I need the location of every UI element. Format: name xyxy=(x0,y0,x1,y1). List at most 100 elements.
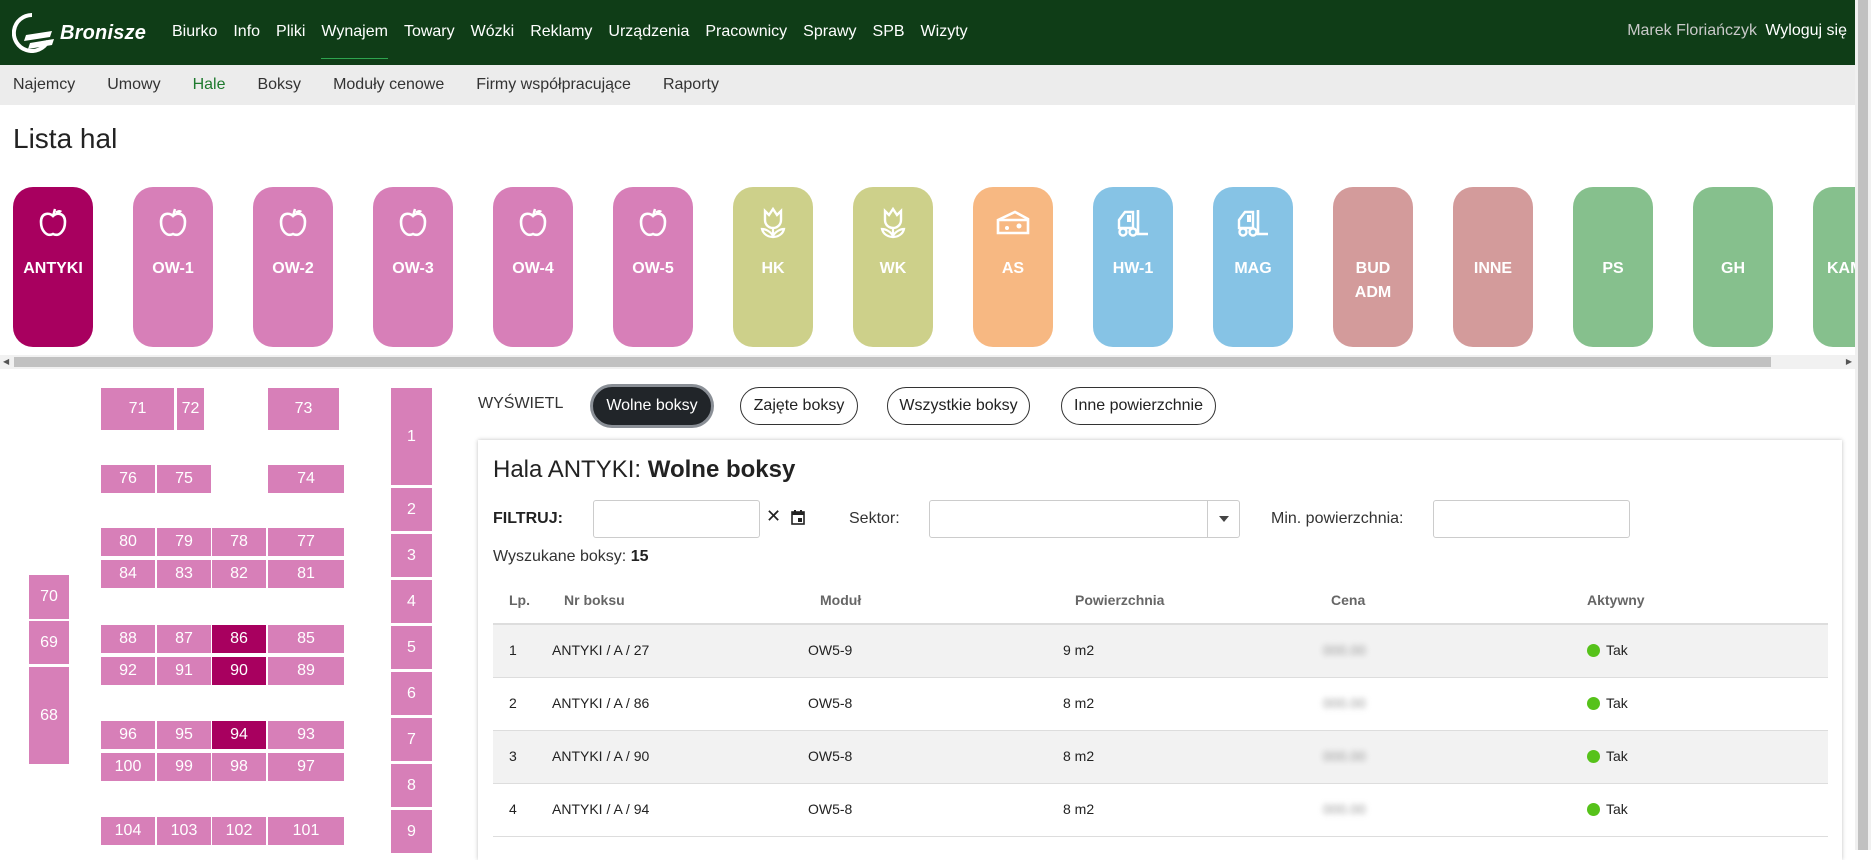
subnav-firmy-wspolpracujace[interactable]: Firmy współpracujące xyxy=(476,76,631,94)
filter-occupied-boxes-button[interactable]: Zajęte boksy xyxy=(740,387,858,425)
hall-tile-ow-1[interactable]: OW-1 xyxy=(133,187,213,347)
hall-tile-ow-4[interactable]: OW-4 xyxy=(493,187,573,347)
subnav-umowy[interactable]: Umowy xyxy=(107,76,160,94)
map-box-77[interactable]: 77 xyxy=(268,528,344,556)
map-box-75[interactable]: 75 xyxy=(157,465,211,493)
map-box-93[interactable]: 93 xyxy=(268,721,344,749)
map-box-6[interactable]: 6 xyxy=(391,672,432,715)
nav-sprawy[interactable]: Sprawy xyxy=(795,5,864,59)
map-box-73[interactable]: 73 xyxy=(268,388,339,430)
map-box-101[interactable]: 101 xyxy=(268,817,344,845)
map-box-70[interactable]: 70 xyxy=(29,575,69,619)
table-row[interactable]: 4 ANTYKI / A / 94 OW5-8 8 m2 000.00 Tak xyxy=(493,784,1828,837)
map-box-86[interactable]: 86 xyxy=(212,625,266,653)
hall-list-scrollbar[interactable]: ◀ ▶ xyxy=(0,355,1855,369)
map-box-85[interactable]: 85 xyxy=(268,625,344,653)
map-box-87[interactable]: 87 xyxy=(157,625,211,653)
hall-tile-ow-5[interactable]: OW-5 xyxy=(613,187,693,347)
col-cena[interactable]: Cena xyxy=(1331,575,1365,625)
hall-tile-gh[interactable]: GH xyxy=(1693,187,1773,347)
map-box-68[interactable]: 68 xyxy=(29,667,69,764)
hall-tile-kam[interactable]: KAM xyxy=(1813,187,1855,347)
hall-tile-as[interactable]: AS xyxy=(973,187,1053,347)
nav-biurko[interactable]: Biurko xyxy=(164,5,225,59)
map-box-99[interactable]: 99 xyxy=(157,753,211,781)
page-scrollbar[interactable] xyxy=(1855,0,1871,850)
subnav-moduly-cenowe[interactable]: Moduły cenowe xyxy=(333,76,444,94)
map-box-79[interactable]: 79 xyxy=(157,528,211,556)
map-box-72[interactable]: 72 xyxy=(177,388,204,430)
filter-all-boxes-button[interactable]: Wszystkie boksy xyxy=(887,387,1030,425)
hall-tile-mag[interactable]: MAG xyxy=(1213,187,1293,347)
sektor-select[interactable] xyxy=(929,500,1240,538)
map-box-83[interactable]: 83 xyxy=(157,560,211,588)
map-box-74[interactable]: 74 xyxy=(268,465,344,493)
map-box-3[interactable]: 3 xyxy=(391,534,432,577)
nav-info[interactable]: Info xyxy=(225,5,268,59)
scroll-right-icon[interactable]: ▶ xyxy=(1846,357,1852,366)
map-box-95[interactable]: 95 xyxy=(157,721,211,749)
hall-tile-antyki[interactable]: ANTYKI xyxy=(13,187,93,347)
nav-pracownicy[interactable]: Pracownicy xyxy=(697,5,795,59)
nav-spb[interactable]: SPB xyxy=(865,5,913,59)
map-box-7[interactable]: 7 xyxy=(391,718,432,761)
col-aktywny[interactable]: Aktywny xyxy=(1587,575,1645,625)
calendar-icon[interactable] xyxy=(791,510,805,530)
hall-tile-hw-1[interactable]: HW-1 xyxy=(1093,187,1173,347)
min-area-input[interactable] xyxy=(1433,500,1630,538)
map-box-103[interactable]: 103 xyxy=(157,817,211,845)
hall-tile-wk[interactable]: WK xyxy=(853,187,933,347)
hall-tile-ow-2[interactable]: OW-2 xyxy=(253,187,333,347)
scrollbar-thumb[interactable] xyxy=(1858,0,1868,850)
subnav-boksy[interactable]: Boksy xyxy=(257,76,301,94)
map-box-92[interactable]: 92 xyxy=(101,657,155,685)
map-box-104[interactable]: 104 xyxy=(101,817,155,845)
map-box-81[interactable]: 81 xyxy=(268,560,344,588)
map-box-89[interactable]: 89 xyxy=(268,657,344,685)
col-modul[interactable]: Moduł xyxy=(820,575,861,625)
user-name[interactable]: Marek Floriańczyk xyxy=(1627,22,1757,40)
bronisze-logo[interactable]: Bronisze xyxy=(12,12,152,54)
map-box-71[interactable]: 71 xyxy=(101,388,174,430)
map-box-9[interactable]: 9 xyxy=(391,810,432,853)
table-row[interactable]: 2 ANTYKI / A / 86 OW5-8 8 m2 000.00 Tak xyxy=(493,678,1828,731)
map-box-84[interactable]: 84 xyxy=(101,560,155,588)
filter-free-boxes-button[interactable]: Wolne boksy xyxy=(593,387,711,425)
subnav-raporty[interactable]: Raporty xyxy=(663,76,719,94)
map-box-1[interactable]: 1 xyxy=(391,388,432,485)
col-nr-boksu[interactable]: Nr boksu xyxy=(564,575,625,625)
nav-wizyty[interactable]: Wizyty xyxy=(913,5,976,59)
subnav-najemcy[interactable]: Najemcy xyxy=(13,76,75,94)
nav-urzadzenia[interactable]: Urządzenia xyxy=(600,5,697,59)
scrollbar-thumb[interactable] xyxy=(14,357,1771,367)
col-lp[interactable]: Lp. xyxy=(509,575,530,625)
clear-filter-icon[interactable]: ✕ xyxy=(766,506,781,527)
map-box-94[interactable]: 94 xyxy=(212,721,266,749)
table-row[interactable]: 3 ANTYKI / A / 90 OW5-8 8 m2 000.00 Tak xyxy=(493,731,1828,784)
map-box-96[interactable]: 96 xyxy=(101,721,155,749)
nav-wynajem[interactable]: Wynajem xyxy=(313,5,396,59)
nav-wozki[interactable]: Wózki xyxy=(463,5,523,59)
col-powierzchnia[interactable]: Powierzchnia xyxy=(1075,575,1164,625)
scroll-left-icon[interactable]: ◀ xyxy=(3,357,9,366)
hall-tile-ow-3[interactable]: OW-3 xyxy=(373,187,453,347)
map-box-4[interactable]: 4 xyxy=(391,580,432,623)
map-box-8[interactable]: 8 xyxy=(391,764,432,807)
map-box-69[interactable]: 69 xyxy=(29,621,69,664)
map-box-100[interactable]: 100 xyxy=(101,753,155,781)
table-row[interactable]: 1 ANTYKI / A / 27 OW5-9 9 m2 000.00 Tak xyxy=(493,625,1828,678)
map-box-5[interactable]: 5 xyxy=(391,626,432,669)
filter-input[interactable] xyxy=(593,500,760,538)
map-box-102[interactable]: 102 xyxy=(212,817,266,845)
map-box-76[interactable]: 76 xyxy=(101,465,155,493)
map-box-78[interactable]: 78 xyxy=(212,528,266,556)
nav-pliki[interactable]: Pliki xyxy=(268,5,313,59)
hall-tile-hk[interactable]: HK xyxy=(733,187,813,347)
hall-tile-inne[interactable]: INNE xyxy=(1453,187,1533,347)
map-box-88[interactable]: 88 xyxy=(101,625,155,653)
map-box-82[interactable]: 82 xyxy=(212,560,266,588)
map-box-97[interactable]: 97 xyxy=(268,753,344,781)
hall-tile-ps[interactable]: PS xyxy=(1573,187,1653,347)
map-box-91[interactable]: 91 xyxy=(157,657,211,685)
logout-link[interactable]: Wyloguj się xyxy=(1765,22,1847,40)
